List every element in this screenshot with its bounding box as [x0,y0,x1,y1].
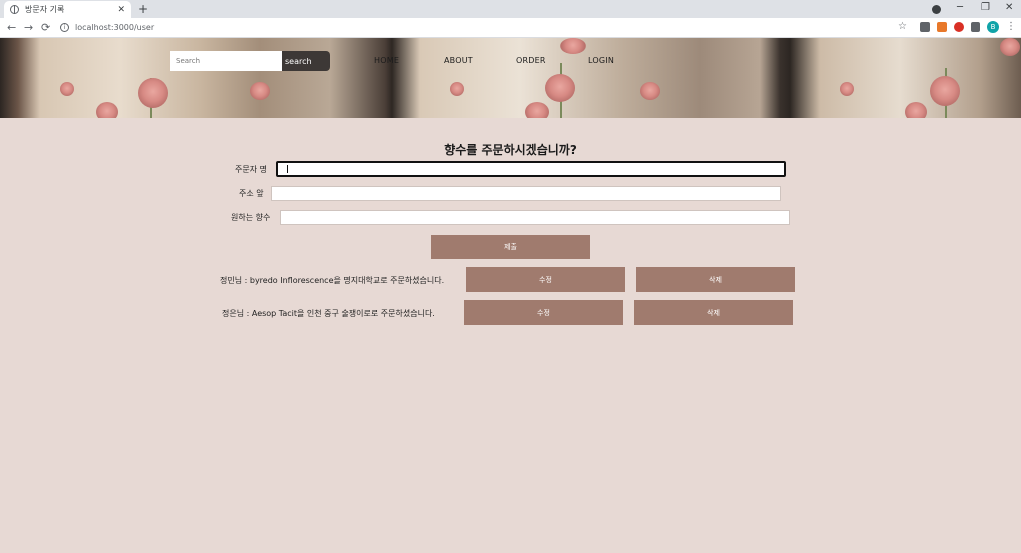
order-item: 정은님 : Aesop Tacit을 인천 중구 술쟁이로로 주문하셨습니다. [222,309,435,318]
page-title: 향수를 주문하시겠습니까? [444,143,577,157]
poppy-flower [840,82,854,96]
back-arrow-icon[interactable]: ← [7,21,16,34]
poppy-flower [545,74,575,102]
poppy-flower [250,82,270,100]
extension-red-icon[interactable] [954,22,964,32]
new-tab-button[interactable]: + [138,2,148,16]
delete-button[interactable]: 삭제 [634,300,793,325]
poppy-flower [60,82,74,96]
poppy-flower [1000,38,1020,56]
nav-order[interactable]: ORDER [516,56,546,65]
site-info-icon[interactable]: i [60,23,69,32]
nav-login[interactable]: LOGIN [588,56,614,65]
poppy-flower [905,102,927,118]
tab-title: 방문자 기록 [25,5,65,14]
bookmark-star-icon[interactable]: ☆ [898,21,907,33]
address-field[interactable] [271,186,781,201]
edit-button[interactable]: 수정 [464,300,623,325]
poppy-flower [640,82,660,100]
name-field[interactable] [276,161,786,177]
search-bar: Search search [170,51,330,71]
reload-icon[interactable]: ⟳ [41,21,50,34]
globe-icon [10,5,19,14]
name-label: 주문자 명 [235,165,267,174]
profile-menu-icon[interactable] [932,5,941,14]
submit-button[interactable]: 제출 [431,235,590,259]
address-label: 주소 앞 [239,189,264,198]
close-window-button[interactable]: ✕ [1005,2,1013,14]
poppy-flower [930,76,960,106]
nav-home[interactable]: HOME [374,56,399,65]
minimize-button[interactable]: ─ [957,2,963,14]
search-button[interactable]: search [282,51,330,71]
order-item: 정민님 : byredo Inflorescence을 명지대학교로 주문하셨습… [220,276,445,285]
extensions-puzzle-icon[interactable] [971,22,980,32]
perfume-label: 원하는 향수 [231,213,271,222]
address-bar[interactable]: i localhost:3000/user [60,20,920,35]
forward-arrow-icon[interactable]: → [24,21,33,34]
poppy-flower [450,82,464,96]
poppy-flower [138,78,168,108]
header-banner [0,38,1021,118]
edit-button[interactable]: 수정 [466,267,625,292]
poppy-flower [96,102,118,118]
avatar[interactable]: B [987,21,999,33]
poppy-flower [560,38,586,54]
delete-button[interactable]: 삭제 [636,267,795,292]
search-input[interactable]: Search [170,51,282,71]
nav-about[interactable]: ABOUT [444,56,473,65]
extension-orange-icon[interactable] [937,22,947,32]
browser-toolbar: ← → ⟳ i localhost:3000/user ☆ B ⋮ [0,18,1021,38]
restore-button[interactable]: ❐ [981,2,990,14]
browser-menu-icon[interactable]: ⋮ [1006,21,1016,33]
perfume-field[interactable] [280,210,790,225]
poppy-flower [525,102,549,118]
url-text: localhost:3000/user [75,23,155,32]
text-caret [287,165,288,173]
tab-close-icon[interactable]: ✕ [117,5,125,15]
browser-tab[interactable]: 방문자 기록 ✕ [4,1,131,18]
browser-tab-bar: 방문자 기록 ✕ + ─ ❐ ✕ [0,0,1021,18]
extension-reader-icon[interactable] [920,22,930,32]
